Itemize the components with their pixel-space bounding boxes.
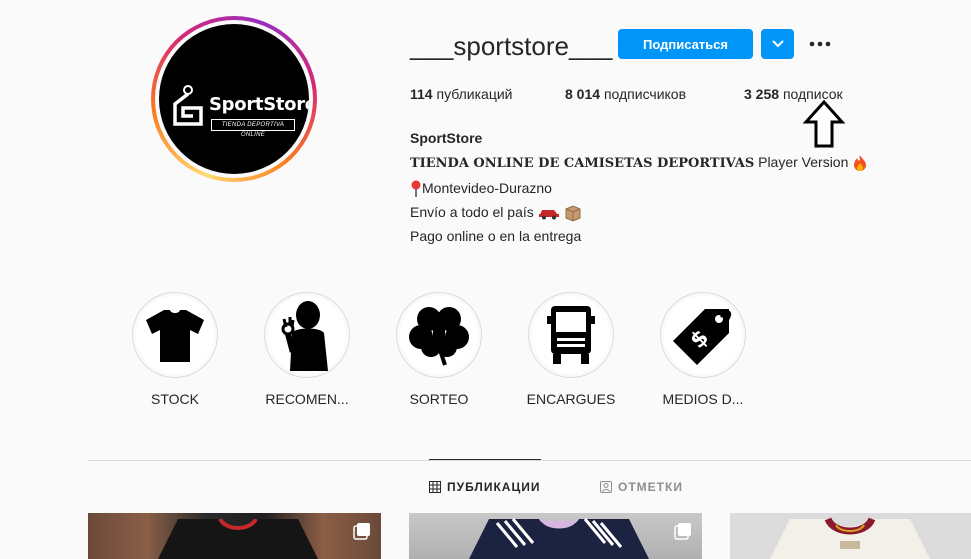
multiple-posts-icon <box>674 523 691 540</box>
post-thumbnail[interactable] <box>88 513 381 559</box>
avatar-brand-text: SportStore <box>209 94 309 115</box>
follow-button[interactable]: Подписаться <box>618 29 753 59</box>
profile-bio: SportStore TIENDA ONLINE DE CAMISETAS DE… <box>410 126 868 248</box>
highlight-medios[interactable]: $ MEDIOS D... <box>658 292 748 407</box>
jersey-image <box>158 519 318 559</box>
ok-hand-person-icon <box>281 301 328 371</box>
avatar-tagline: TIENDA DEPORTIVA ONLINE <box>211 119 295 138</box>
sportstore-logo-icon <box>173 85 203 126</box>
suggested-dropdown-button[interactable] <box>761 29 794 59</box>
profile-avatar-ring[interactable]: SportStore TIENDA DEPORTIVA ONLINE <box>151 16 317 182</box>
bio-line-3: Envío a todo el país <box>410 200 868 224</box>
ellipsis-icon <box>809 41 831 47</box>
profile-name: SportStore <box>410 130 483 146</box>
jersey-image <box>469 518 649 559</box>
active-tab-indicator <box>429 459 541 460</box>
truck-icon <box>547 306 595 364</box>
highlight-sorteo[interactable]: SORTEO <box>394 292 484 407</box>
avatar[interactable]: SportStore TIENDA DEPORTIVA ONLINE <box>159 24 309 174</box>
price-tag-icon: $ <box>673 309 732 365</box>
pushpin-icon <box>411 180 421 198</box>
jersey-image <box>770 517 930 559</box>
highlight-recomen[interactable]: RECOMEN... <box>262 292 352 407</box>
tab-tagged[interactable]: ОТМЕТКИ <box>600 480 683 494</box>
post-thumbnail[interactable] <box>730 513 971 559</box>
package-icon <box>565 205 581 222</box>
post-thumbnail[interactable] <box>409 513 702 559</box>
multiple-posts-icon <box>353 523 370 540</box>
bio-line-4: Pago online o en la entrega <box>410 228 582 244</box>
car-icon <box>538 210 559 220</box>
stat-posts: 114 публикаций <box>410 86 513 102</box>
fire-icon <box>854 155 867 172</box>
more-options-button[interactable] <box>807 31 833 57</box>
bio-line-1: TIENDA ONLINE DE CAMISETAS DEPORTIVAS Pl… <box>410 150 868 176</box>
chevron-down-icon <box>771 40 784 48</box>
highlight-label: STOCK <box>151 391 199 407</box>
bio-line-2: Montevideo-Durazno <box>410 176 868 200</box>
highlight-label: RECOMEN... <box>265 391 349 407</box>
highlight-label: MEDIOS D... <box>662 391 744 407</box>
username: ___sportstore___ <box>410 31 613 61</box>
stat-followers[interactable]: 8 014 подписчиков <box>565 86 686 102</box>
highlight-encargues[interactable]: ENCARGUES <box>526 292 616 407</box>
tshirt-icon <box>146 310 204 362</box>
tagged-user-icon <box>600 481 612 493</box>
tab-posts[interactable]: ПУБЛИКАЦИИ <box>429 480 540 494</box>
tabs-divider <box>88 460 971 461</box>
highlight-label: SORTEO <box>409 391 469 407</box>
grid-icon <box>429 481 441 493</box>
highlight-label: ENCARGUES <box>526 391 616 407</box>
clover-icon <box>409 307 469 366</box>
highlight-stock[interactable]: STOCK <box>130 292 220 407</box>
